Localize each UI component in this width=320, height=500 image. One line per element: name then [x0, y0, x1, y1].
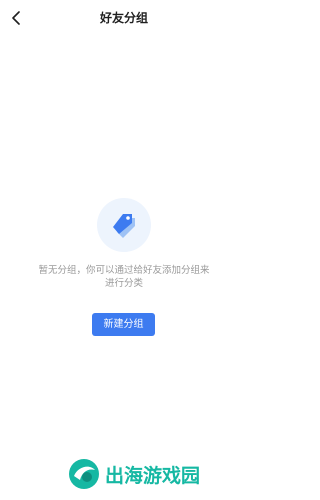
top-nav-bar: 好友分组 — [0, 0, 248, 36]
empty-state-illustration — [97, 198, 151, 252]
watermark-logo-icon — [69, 459, 99, 489]
create-group-button[interactable]: 新建分组 — [92, 313, 155, 336]
watermark-text: 出海游戏园 — [105, 464, 201, 487]
empty-state-message: 暂无分组，你可以通过给好友添加分组来进行分类 — [38, 265, 210, 289]
watermark: 出海游戏园 — [68, 454, 242, 494]
page-title: 好友分组 — [99, 11, 148, 25]
price-tag-icon — [113, 214, 135, 238]
